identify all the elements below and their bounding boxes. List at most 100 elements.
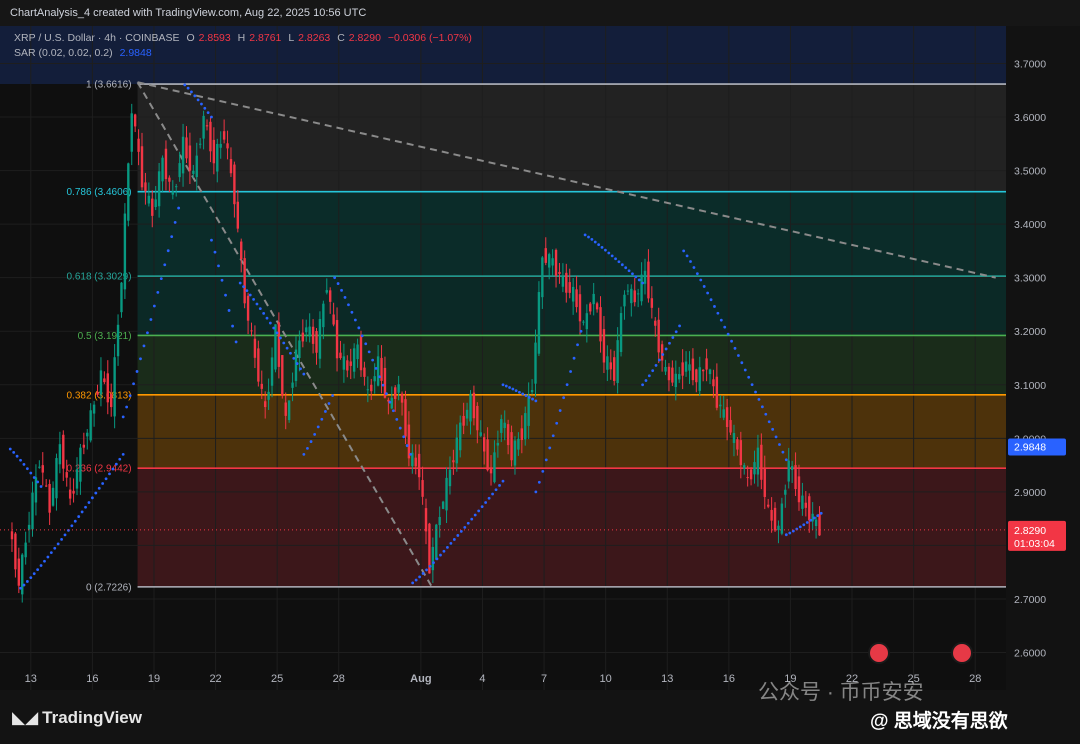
candle-body[interactable] bbox=[305, 327, 308, 333]
candle-body[interactable] bbox=[363, 367, 366, 377]
candle-body[interactable] bbox=[599, 307, 602, 342]
candle-body[interactable] bbox=[459, 422, 462, 451]
candle-body[interactable] bbox=[715, 376, 719, 408]
us-flag-event-icon[interactable] bbox=[868, 642, 890, 664]
candle-body[interactable] bbox=[106, 373, 109, 403]
candle-body[interactable] bbox=[513, 440, 517, 466]
candle-body[interactable] bbox=[482, 437, 486, 452]
candle-body[interactable] bbox=[520, 428, 524, 441]
candle-body[interactable] bbox=[500, 419, 503, 433]
candle-body[interactable] bbox=[250, 330, 253, 332]
candle-body[interactable] bbox=[51, 487, 55, 506]
candle-body[interactable] bbox=[814, 519, 818, 527]
candle-body[interactable] bbox=[589, 303, 592, 312]
candle-body[interactable] bbox=[537, 292, 541, 354]
candle-body[interactable] bbox=[359, 335, 363, 371]
candle-body[interactable] bbox=[804, 502, 808, 508]
candle-body[interactable] bbox=[222, 131, 226, 140]
candle-body[interactable] bbox=[318, 319, 322, 359]
candle-body[interactable] bbox=[678, 374, 681, 380]
candle-body[interactable] bbox=[797, 476, 801, 503]
candle-body[interactable] bbox=[496, 442, 500, 446]
candle-body[interactable] bbox=[376, 356, 380, 386]
candle-body[interactable] bbox=[352, 348, 356, 372]
candle-body[interactable] bbox=[746, 477, 749, 479]
candle-body[interactable] bbox=[55, 458, 58, 499]
candle-body[interactable] bbox=[571, 286, 575, 302]
candle-body[interactable] bbox=[626, 290, 630, 292]
candle-body[interactable] bbox=[445, 477, 448, 511]
candle-body[interactable] bbox=[370, 384, 373, 392]
candle-body[interactable] bbox=[311, 326, 315, 344]
candle-body[interactable] bbox=[712, 379, 715, 387]
candle-body[interactable] bbox=[476, 405, 479, 431]
candle-body[interactable] bbox=[818, 513, 821, 536]
candle-body[interactable] bbox=[486, 439, 489, 471]
candle-body[interactable] bbox=[58, 444, 62, 465]
candle-body[interactable] bbox=[137, 138, 140, 152]
candle-body[interactable] bbox=[329, 290, 332, 302]
candle-body[interactable] bbox=[613, 357, 616, 381]
candle-body[interactable] bbox=[154, 199, 157, 208]
candle-body[interactable] bbox=[226, 143, 229, 149]
candle-body[interactable] bbox=[667, 366, 671, 381]
candle-body[interactable] bbox=[749, 469, 753, 480]
candle-body[interactable] bbox=[44, 485, 48, 487]
candle-body[interactable] bbox=[479, 432, 482, 436]
candle-body[interactable] bbox=[808, 496, 811, 521]
candle-body[interactable] bbox=[510, 432, 513, 461]
candle-body[interactable] bbox=[636, 293, 640, 295]
candle-body[interactable] bbox=[647, 261, 650, 299]
candle-body[interactable] bbox=[801, 495, 804, 509]
candle-body[interactable] bbox=[722, 409, 725, 418]
candle-body[interactable] bbox=[96, 391, 99, 395]
candle-body[interactable] bbox=[766, 504, 770, 507]
candle-body[interactable] bbox=[431, 546, 435, 571]
candle-body[interactable] bbox=[582, 321, 585, 323]
candle-body[interactable] bbox=[144, 182, 147, 192]
candle-body[interactable] bbox=[756, 447, 760, 475]
candle-body[interactable] bbox=[164, 148, 168, 180]
candle-body[interactable] bbox=[462, 415, 465, 426]
candle-body[interactable] bbox=[506, 424, 510, 446]
candle-body[interactable] bbox=[695, 369, 698, 383]
candle-body[interactable] bbox=[171, 191, 174, 195]
candle-body[interactable] bbox=[671, 367, 674, 383]
candle-body[interactable] bbox=[787, 460, 790, 482]
candle-body[interactable] bbox=[175, 186, 178, 188]
candle-body[interactable] bbox=[31, 492, 34, 530]
candle-body[interactable] bbox=[188, 145, 192, 171]
candle-body[interactable] bbox=[763, 468, 766, 497]
candle-body[interactable] bbox=[472, 392, 476, 419]
candle-body[interactable] bbox=[705, 358, 708, 370]
candle-body[interactable] bbox=[99, 370, 103, 395]
candle-body[interactable] bbox=[743, 465, 746, 469]
candle-body[interactable] bbox=[414, 457, 417, 467]
candle-body[interactable] bbox=[609, 362, 612, 370]
candle-body[interactable] bbox=[65, 472, 68, 478]
candle-body[interactable] bbox=[643, 270, 647, 284]
candle-body[interactable] bbox=[654, 320, 657, 326]
candle-body[interactable] bbox=[664, 366, 667, 372]
candle-body[interactable] bbox=[301, 332, 305, 342]
candle-body[interactable] bbox=[113, 357, 116, 417]
candle-body[interactable] bbox=[205, 125, 209, 127]
candle-body[interactable] bbox=[554, 249, 558, 276]
candle-body[interactable] bbox=[48, 483, 51, 513]
candle-body[interactable] bbox=[41, 465, 44, 473]
candle-body[interactable] bbox=[541, 257, 544, 298]
candle-body[interactable] bbox=[253, 338, 257, 358]
candle-body[interactable] bbox=[342, 356, 346, 370]
candle-body[interactable] bbox=[284, 402, 287, 416]
candle-body[interactable] bbox=[397, 384, 400, 393]
candle-body[interactable] bbox=[719, 404, 722, 407]
candle-body[interactable] bbox=[688, 364, 691, 371]
candle-body[interactable] bbox=[770, 509, 773, 521]
candle-body[interactable] bbox=[75, 469, 79, 489]
legend-symbol[interactable]: XRP / U.S. Dollar · 4h · COINBASE bbox=[14, 32, 180, 44]
candle-body[interactable] bbox=[407, 424, 411, 459]
candle-body[interactable] bbox=[691, 358, 695, 381]
candle-body[interactable] bbox=[784, 489, 787, 495]
candle-body[interactable] bbox=[575, 289, 578, 308]
candle-body[interactable] bbox=[116, 324, 120, 357]
